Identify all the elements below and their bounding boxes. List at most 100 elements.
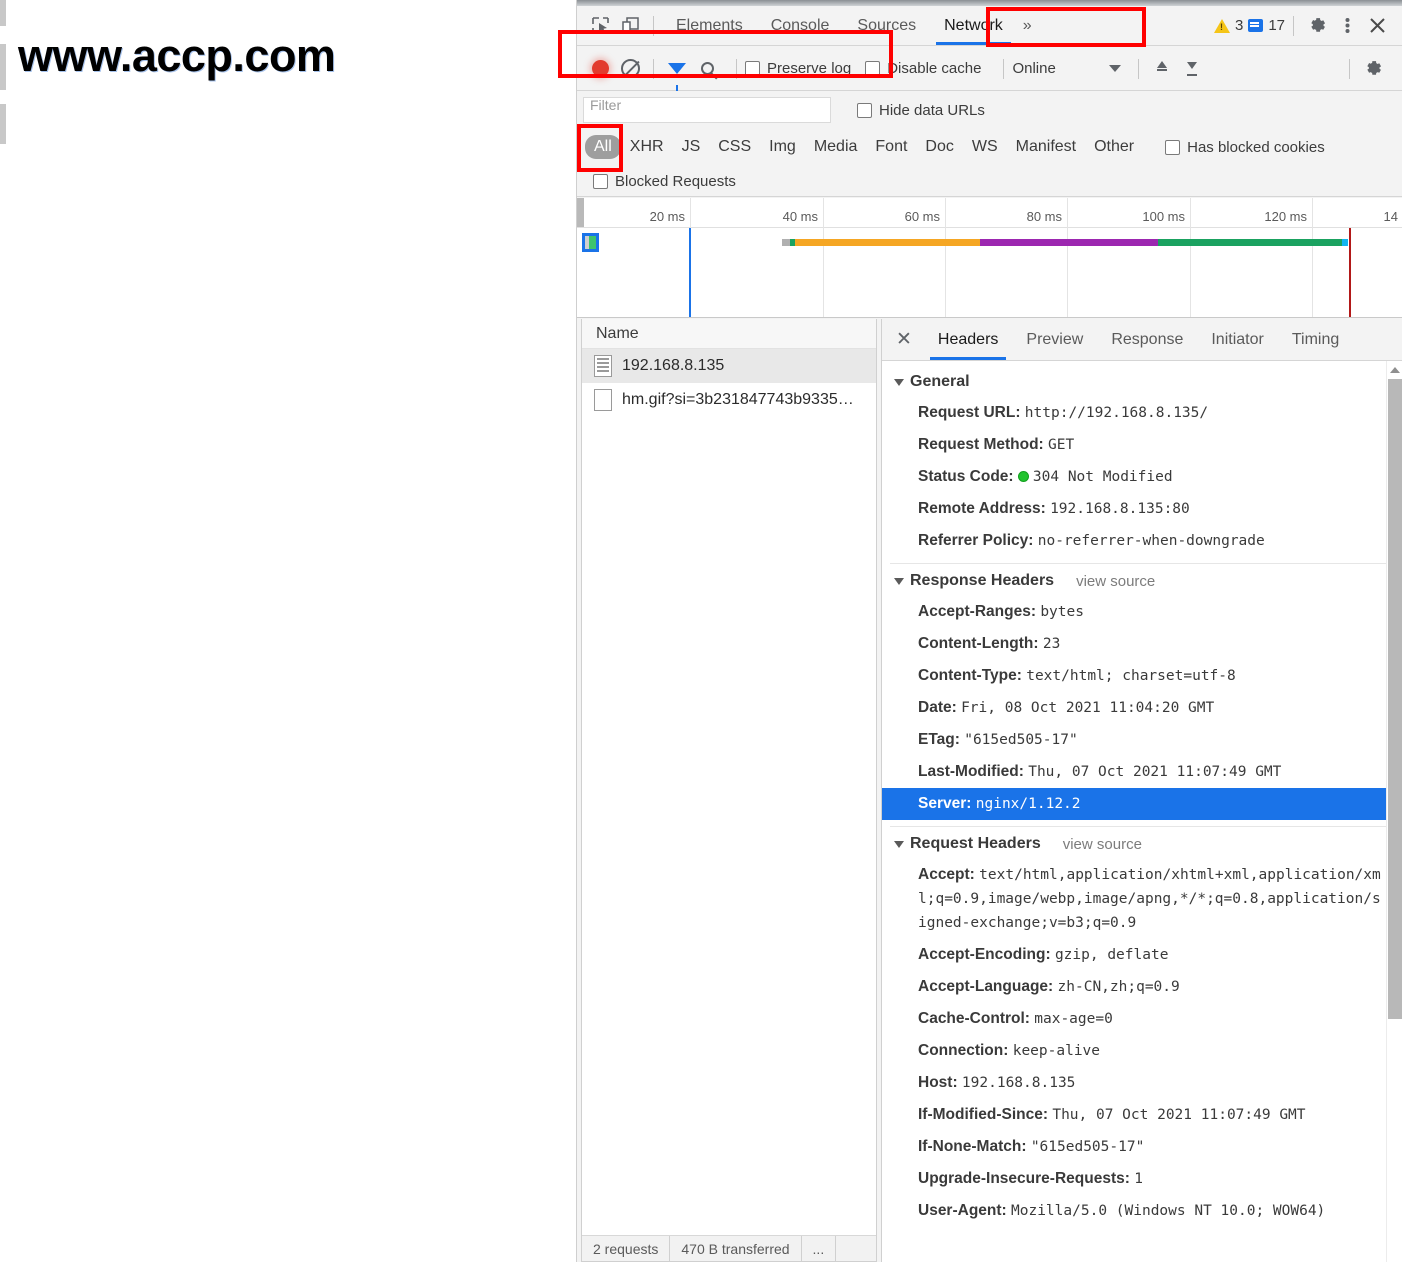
type-filter-doc[interactable]: Doc — [916, 135, 962, 159]
blocked-requests-checkbox[interactable]: Blocked Requests — [593, 173, 736, 190]
header-value: gzip, deflate — [1054, 947, 1169, 964]
header-key: Content-Type: — [918, 667, 1022, 685]
device-toolbar-icon[interactable] — [615, 12, 645, 40]
type-filter-media[interactable]: Media — [805, 135, 867, 159]
header-key: Upgrade-Insecure-Requests: — [918, 1170, 1130, 1188]
header-row-last-modified[interactable]: Last-Modified: Thu, 07 Oct 2021 11:07:49… — [882, 756, 1402, 788]
record-button[interactable] — [585, 55, 615, 83]
filmstrip-thumbnail[interactable] — [582, 233, 599, 252]
network-overview-timeline[interactable]: 20 ms 40 ms 60 ms 80 ms 100 ms 120 ms 14 — [577, 198, 1402, 318]
tab-headers[interactable]: Headers — [924, 319, 1012, 360]
header-row-referrer-policy[interactable]: Referrer Policy: no-referrer-when-downgr… — [882, 525, 1402, 557]
tab-response[interactable]: Response — [1097, 319, 1197, 360]
preserve-log-checkbox[interactable]: Preserve log — [745, 60, 851, 77]
type-filter-js[interactable]: JS — [673, 135, 710, 159]
type-filter-xhr[interactable]: XHR — [621, 135, 673, 159]
resource-type-filters: All XHR JS CSS Img Media Font Doc WS Man… — [577, 128, 1402, 166]
has-blocked-cookies-checkbox[interactable]: Has blocked cookies — [1165, 139, 1325, 156]
caret-down-icon — [894, 577, 904, 585]
tab-console[interactable]: Console — [757, 7, 844, 45]
tab-sources[interactable]: Sources — [843, 7, 930, 45]
blank-document-icon — [594, 389, 612, 411]
tab-initiator[interactable]: Initiator — [1197, 319, 1277, 360]
kebab-menu-icon[interactable] — [1332, 12, 1362, 40]
header-row-connection[interactable]: Connection: keep-alive — [882, 1035, 1402, 1067]
type-filter-manifest[interactable]: Manifest — [1007, 135, 1085, 159]
header-value: GET — [1048, 437, 1075, 454]
section-request-headers-header[interactable]: Request Headers view source — [882, 829, 1402, 859]
tab-preview[interactable]: Preview — [1012, 319, 1097, 360]
scrollbar-thumb[interactable] — [1388, 379, 1402, 1019]
more-tabs-chevron-icon[interactable]: » — [1017, 17, 1038, 35]
filter-toggle-icon[interactable] — [662, 55, 692, 91]
type-filter-all[interactable]: All — [585, 135, 621, 159]
request-list-column-header[interactable]: Name — [582, 319, 876, 349]
section-divider — [890, 826, 1394, 828]
header-row-etag[interactable]: ETag: "615ed505-17" — [882, 724, 1402, 756]
filter-placeholder: Filter — [590, 97, 622, 113]
chevron-down-icon[interactable] — [1100, 55, 1130, 83]
header-row-upgrade-insecure-requests[interactable]: Upgrade-Insecure-Requests: 1 — [882, 1163, 1402, 1195]
header-row-if-modified-since[interactable]: If-Modified-Since: Thu, 07 Oct 2021 11:0… — [882, 1099, 1402, 1131]
header-value: http://192.168.8.135/ — [1024, 405, 1209, 421]
header-row-host[interactable]: Host: 192.168.8.135 — [882, 1067, 1402, 1099]
clear-button[interactable] — [615, 55, 645, 83]
section-general-header[interactable]: General — [882, 367, 1402, 397]
header-row-server[interactable]: Server: nginx/1.12.2 — [882, 788, 1402, 821]
type-filter-ws[interactable]: WS — [963, 135, 1007, 159]
request-name: hm.gif?si=3b231847743b9335… — [622, 391, 854, 408]
section-response-headers-header[interactable]: Response Headers view source — [882, 566, 1402, 596]
header-key: Referrer Policy: — [918, 532, 1034, 550]
header-row-accept-ranges[interactable]: Accept-Ranges: bytes — [882, 596, 1402, 628]
header-row-date[interactable]: Date: Fri, 08 Oct 2021 11:04:20 GMT — [882, 692, 1402, 724]
checkbox-box — [857, 102, 872, 118]
header-key: If-None-Match: — [918, 1138, 1027, 1156]
header-row-if-none-match[interactable]: If-None-Match: "615ed505-17" — [882, 1131, 1402, 1163]
tab-elements[interactable]: Elements — [662, 7, 757, 45]
search-icon[interactable] — [692, 55, 722, 83]
header-row-accept-encoding[interactable]: Accept-Encoding: gzip, deflate — [882, 939, 1402, 971]
header-value: "615ed505-17" — [964, 732, 1078, 749]
hide-data-urls-checkbox[interactable]: Hide data URLs — [857, 102, 985, 119]
header-row-user-agent[interactable]: User-Agent: Mozilla/5.0 (Windows NT 10.0… — [882, 1195, 1402, 1227]
header-row-cache-control[interactable]: Cache-Control: max-age=0 — [882, 1003, 1402, 1035]
close-details-icon[interactable]: ✕ — [890, 328, 924, 351]
network-settings-gear-icon[interactable] — [1358, 55, 1388, 83]
header-row-status-code[interactable]: Status Code: 304 Not Modified — [882, 461, 1402, 493]
type-filter-font[interactable]: Font — [866, 135, 916, 159]
issue-counters[interactable]: 3 17 — [1213, 17, 1285, 34]
header-row-request-url[interactable]: Request URL: http://192.168.8.135/ — [882, 397, 1402, 429]
header-value: Fri, 08 Oct 2021 11:04:20 GMT — [961, 700, 1215, 717]
type-filter-css[interactable]: CSS — [709, 135, 760, 159]
inspect-element-icon[interactable] — [585, 12, 615, 40]
hide-data-urls-label: Hide data URLs — [879, 101, 985, 119]
request-row-hm-gif[interactable]: hm.gif?si=3b231847743b9335… — [582, 383, 876, 417]
gear-icon[interactable] — [1302, 12, 1332, 40]
checkbox-box — [593, 174, 608, 189]
request-row-192-168-8-135[interactable]: 192.168.8.135 — [582, 349, 876, 383]
header-key: Date: — [918, 699, 957, 717]
toolbar-divider — [1003, 58, 1005, 79]
disable-cache-checkbox[interactable]: Disable cache — [865, 60, 981, 77]
type-filter-other[interactable]: Other — [1085, 135, 1143, 159]
scroll-up-arrow-icon[interactable] — [1387, 361, 1402, 377]
preserve-log-label: Preserve log — [767, 60, 852, 77]
tab-network[interactable]: Network — [930, 7, 1017, 45]
throttling-select[interactable]: Online — [1012, 60, 1055, 77]
header-row-content-length[interactable]: Content-Length: 23 — [882, 628, 1402, 660]
import-har-icon[interactable] — [1147, 55, 1177, 83]
filter-input[interactable]: Filter — [583, 97, 831, 123]
header-row-accept[interactable]: Accept: text/html,application/xhtml+xml,… — [882, 859, 1402, 939]
view-source-link[interactable]: view source — [1063, 836, 1142, 853]
type-filter-img[interactable]: Img — [760, 135, 805, 159]
details-scrollbar[interactable] — [1386, 361, 1402, 1262]
header-row-content-type[interactable]: Content-Type: text/html; charset=utf-8 — [882, 660, 1402, 692]
header-key: Cache-Control: — [918, 1010, 1030, 1028]
tab-timing[interactable]: Timing — [1278, 319, 1353, 360]
header-row-request-method[interactable]: Request Method: GET — [882, 429, 1402, 461]
close-icon[interactable] — [1362, 12, 1392, 40]
header-row-remote-address[interactable]: Remote Address: 192.168.8.135:80 — [882, 493, 1402, 525]
export-har-icon[interactable] — [1177, 55, 1207, 83]
header-row-accept-language[interactable]: Accept-Language: zh-CN,zh;q=0.9 — [882, 971, 1402, 1003]
view-source-link[interactable]: view source — [1076, 573, 1155, 590]
